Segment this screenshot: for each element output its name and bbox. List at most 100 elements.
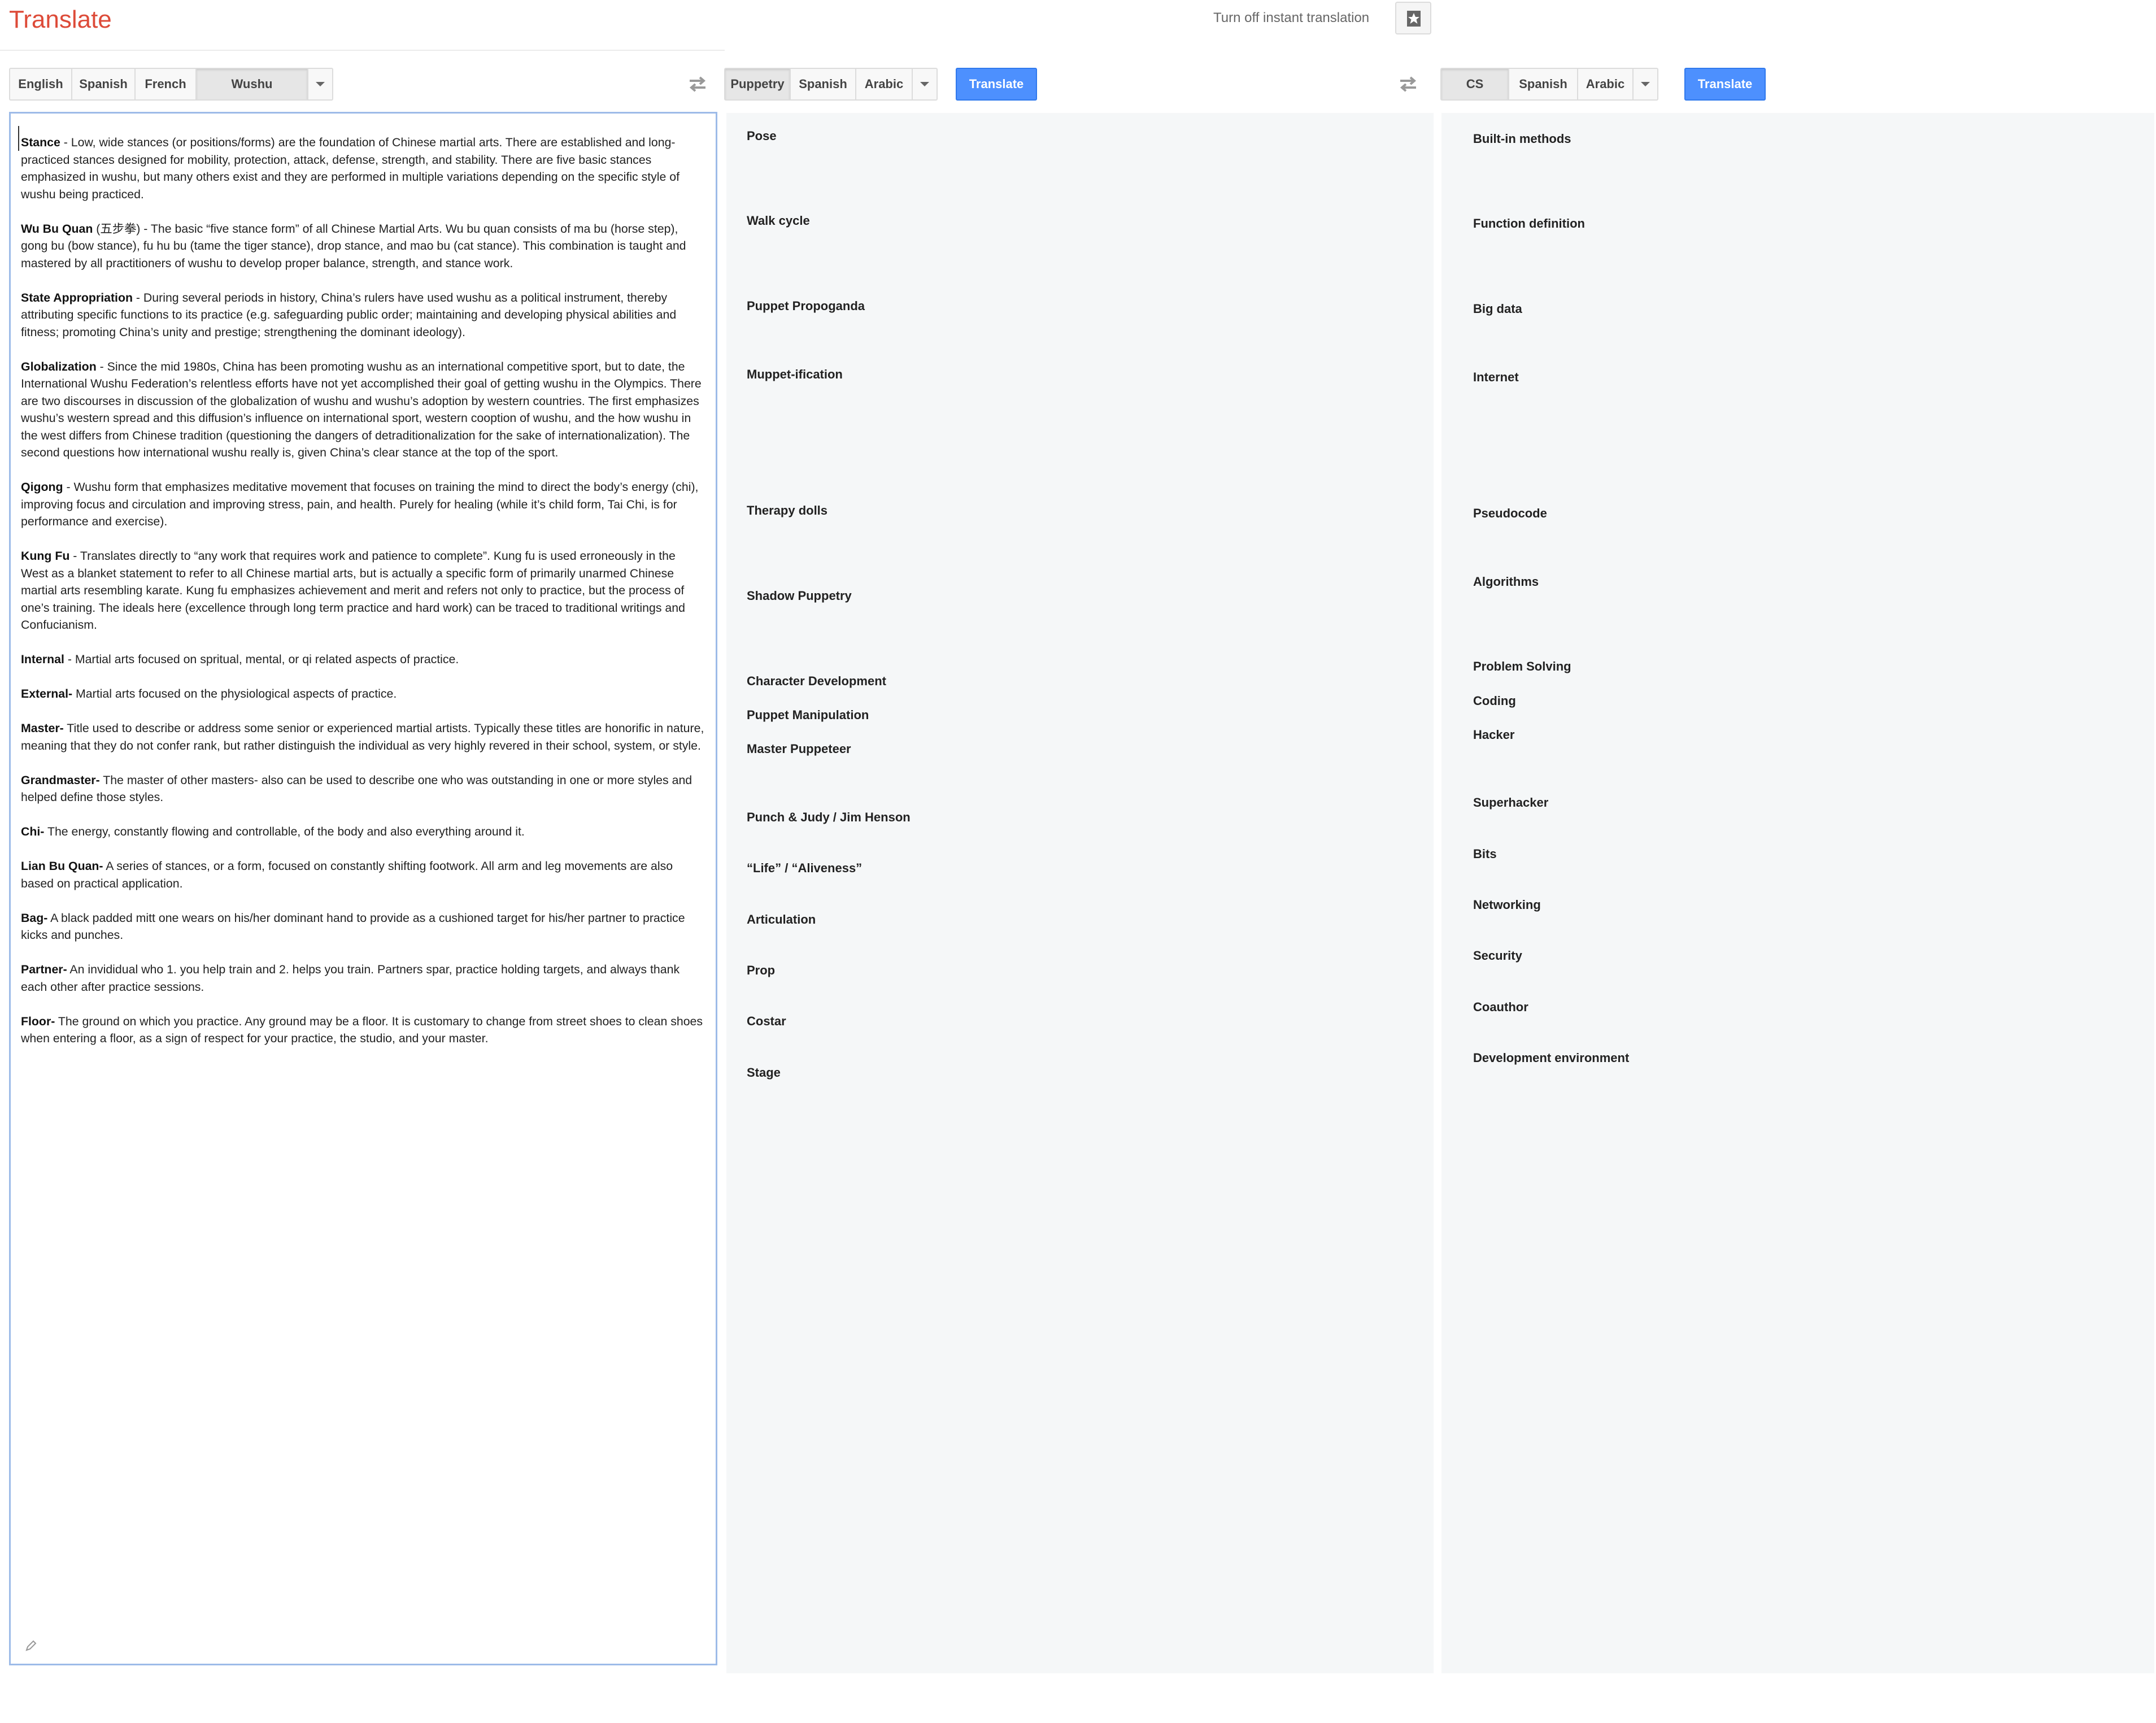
translated-term: Articulation bbox=[747, 912, 816, 926]
glossary-definition: The ground on which you practice. Any gr… bbox=[21, 1014, 703, 1046]
translated-term: Walk cycle bbox=[747, 214, 810, 228]
translated-term: “Life” / “Aliveness” bbox=[747, 861, 863, 875]
glossary-term: Floor- bbox=[21, 1014, 55, 1028]
header-divider bbox=[0, 50, 725, 51]
chevron-down-icon bbox=[316, 82, 325, 86]
glossary-entry: Lian Bu Quan- A series of stances, or a … bbox=[21, 858, 705, 892]
glossary-term: State Appropriation bbox=[21, 290, 133, 304]
glossary-definition: Martial arts focused on the physiologica… bbox=[72, 687, 397, 700]
translated-term: Built-in methods bbox=[1473, 132, 1571, 146]
source-text-content: Stance - Low, wide stances (or positions… bbox=[21, 134, 705, 1064]
translated-term: Internet bbox=[1473, 370, 1519, 384]
text-cursor bbox=[18, 126, 19, 151]
glossary-entry: Partner- An invididual who 1. you help t… bbox=[21, 961, 705, 995]
translated-term: Costar bbox=[747, 1014, 786, 1028]
translation-output-1: Pose Walk cycle Puppet Propoganda Muppet-if… bbox=[726, 113, 1434, 1673]
app-title: Translate bbox=[9, 6, 112, 33]
glossary-definition: The master of other masters- also can be… bbox=[21, 773, 692, 804]
translated-term: Networking bbox=[1473, 898, 1541, 912]
swap-languages-button-2[interactable] bbox=[1393, 70, 1423, 98]
target1-lang-spanish[interactable]: Spanish bbox=[790, 68, 856, 101]
glossary-term: Stance bbox=[21, 136, 60, 149]
glossary-definition: A black padded mitt one wears on his/her… bbox=[21, 911, 685, 942]
glossary-term: Internal bbox=[21, 652, 64, 666]
translated-term: Hacker bbox=[1473, 728, 1515, 742]
translated-term: Superhacker bbox=[1473, 795, 1549, 810]
source-lang-dropdown[interactable] bbox=[307, 68, 333, 101]
translated-term: Character Development bbox=[747, 674, 886, 688]
source-lang-english[interactable]: English bbox=[9, 68, 72, 101]
target1-lang-puppetry[interactable]: Puppetry bbox=[724, 68, 791, 101]
translated-term: Puppet Propoganda bbox=[747, 299, 865, 313]
pencil-icon[interactable] bbox=[24, 1639, 38, 1652]
glossary-definition: A series of stances, or a form, focused … bbox=[21, 859, 673, 890]
glossary-entry: Stance - Low, wide stances (or positions… bbox=[21, 134, 705, 203]
translated-term: Pseudocode bbox=[1473, 506, 1547, 520]
translated-term: Algorithms bbox=[1473, 575, 1539, 589]
translated-term: Coding bbox=[1473, 694, 1516, 708]
glossary-definition: An invididual who 1. you help train and … bbox=[21, 963, 680, 994]
glossary-term: Wu Bu Quan bbox=[21, 221, 93, 236]
target2-lang-cs[interactable]: CS bbox=[1440, 68, 1509, 101]
target2-lang-spanish[interactable]: Spanish bbox=[1508, 68, 1578, 101]
target2-lang-arabic[interactable]: Arabic bbox=[1577, 68, 1634, 101]
glossary-term: Master- bbox=[21, 721, 64, 735]
target1-lang-arabic[interactable]: Arabic bbox=[855, 68, 913, 101]
glossary-entry: Wu Bu Quan (五步拳) - The basic “five stanc… bbox=[21, 220, 705, 272]
translated-term: Prop bbox=[747, 963, 776, 977]
chevron-down-icon bbox=[920, 82, 929, 86]
source-lang-spanish[interactable]: Spanish bbox=[71, 68, 136, 101]
glossary-term: Kung Fu bbox=[21, 549, 70, 563]
swap-languages-button[interactable] bbox=[682, 70, 713, 98]
translated-term: Puppet Manipulation bbox=[747, 708, 869, 722]
phrasebook-button[interactable] bbox=[1395, 2, 1431, 34]
translated-term: Development environment bbox=[1473, 1051, 1630, 1065]
glossary-entry: External- Martial arts focused on the ph… bbox=[21, 685, 705, 703]
star-icon bbox=[1407, 11, 1421, 27]
translate-button-1[interactable]: Translate bbox=[956, 68, 1037, 101]
glossary-term: Chi- bbox=[21, 825, 45, 838]
translated-term: Bits bbox=[1473, 847, 1497, 861]
translated-term: Stage bbox=[747, 1065, 781, 1080]
glossary-entry: Master- Title used to describe or addres… bbox=[21, 720, 705, 754]
glossary-term: Bag- bbox=[21, 911, 48, 925]
translated-term: Pose bbox=[747, 129, 777, 143]
glossary-definition: - Wushu form that emphasizes meditative … bbox=[21, 480, 699, 528]
swap-languages-icon bbox=[1400, 76, 1417, 92]
translated-term: Big data bbox=[1473, 302, 1522, 316]
glossary-term: Partner- bbox=[21, 963, 67, 976]
glossary-definition: - Since the mid 1980s, China has been pr… bbox=[21, 359, 702, 460]
translated-term: Muppet-ification bbox=[747, 367, 843, 381]
glossary-term: External- bbox=[21, 687, 73, 700]
translated-term: Punch & Judy / Jim Henson bbox=[747, 810, 911, 824]
translation-output-2: Built-in methods Function definition Big d… bbox=[1441, 113, 2154, 1673]
glossary-term: Globalization bbox=[21, 359, 97, 373]
translated-term: Problem Solving bbox=[1473, 659, 1571, 673]
glossary-entry: Bag- A black padded mitt one wears on hi… bbox=[21, 910, 705, 944]
glossary-definition: - Translates directly to “any work that … bbox=[21, 549, 685, 632]
glossary-definition: Title used to describe or address some s… bbox=[21, 721, 704, 752]
glossary-entry: Qigong - Wushu form that emphasizes medi… bbox=[21, 478, 705, 530]
translate-button-2[interactable]: Translate bbox=[1684, 68, 1766, 101]
glossary-entry: Floor- The ground on which you practice.… bbox=[21, 1013, 705, 1047]
glossary-term: Qigong bbox=[21, 480, 63, 494]
glossary-entry: Chi- The energy, constantly flowing and … bbox=[21, 823, 705, 841]
source-lang-wushu[interactable]: Wushu bbox=[195, 68, 308, 101]
glossary-definition: (五步拳) - The basic “five stance form” of … bbox=[21, 221, 686, 270]
glossary-entry: Globalization - Since the mid 1980s, Chi… bbox=[21, 358, 705, 462]
translated-term: Therapy dolls bbox=[747, 503, 828, 517]
glossary-definition: The energy, constantly flowing and contr… bbox=[44, 825, 525, 838]
translated-term: Function definition bbox=[1473, 216, 1585, 230]
glossary-term: Grandmaster- bbox=[21, 773, 100, 787]
source-lang-french[interactable]: French bbox=[134, 68, 197, 101]
chevron-down-icon bbox=[1641, 82, 1650, 86]
glossary-entry: State Appropriation - During several per… bbox=[21, 289, 705, 341]
glossary-entry: Grandmaster- The master of other masters… bbox=[21, 772, 705, 806]
target1-lang-dropdown[interactable] bbox=[912, 68, 938, 101]
swap-languages-icon bbox=[689, 76, 706, 92]
target2-lang-dropdown[interactable] bbox=[1632, 68, 1658, 101]
source-text-area[interactable]: Stance - Low, wide stances (or positions… bbox=[9, 112, 717, 1665]
instant-translation-toggle[interactable]: Turn off instant translation bbox=[1213, 10, 1369, 26]
glossary-definition: - Low, wide stances (or positions/forms)… bbox=[21, 136, 680, 201]
source-language-bar: English Spanish French Wushu bbox=[9, 68, 333, 101]
